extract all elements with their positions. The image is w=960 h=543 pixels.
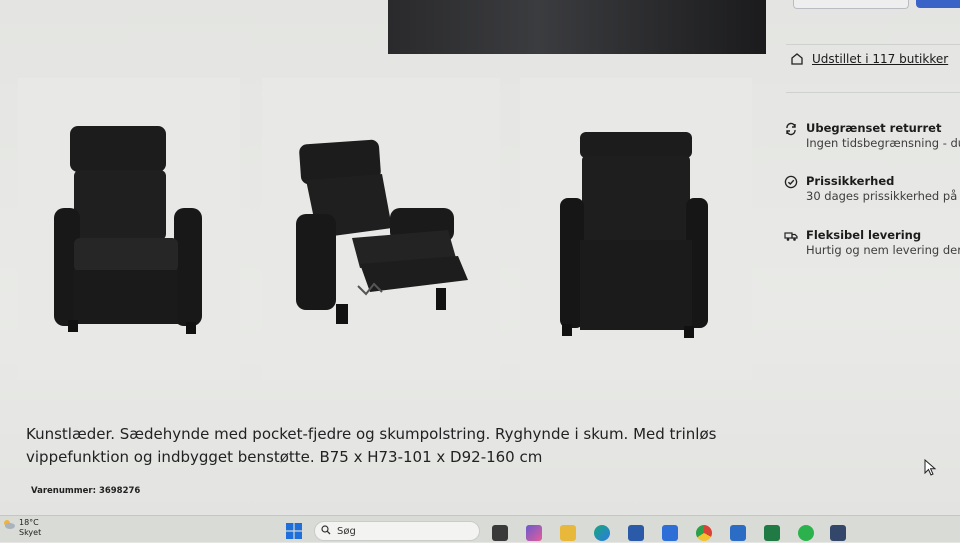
weather-widget[interactable]: 18°C Skyet (2, 518, 41, 538)
recliner-reclined-image (296, 139, 468, 324)
return-arrows-icon (784, 122, 798, 136)
file-explorer-icon[interactable] (560, 525, 576, 541)
feature-returns: Ubegrænset returret Ingen tidsbegrænsnin… (784, 121, 960, 151)
stores-link[interactable]: Udstillet i 117 butikker (812, 52, 948, 66)
product-thumbnail-back[interactable] (520, 78, 752, 380)
cloud-sun-icon (2, 518, 16, 533)
recliner-back-image (560, 132, 708, 338)
app-icon[interactable] (830, 525, 846, 541)
main-product-image[interactable] (388, 0, 766, 54)
store-icon (790, 52, 804, 66)
word-icon[interactable] (730, 525, 746, 541)
weather-condition: Skyet (19, 528, 42, 537)
edge-icon[interactable] (594, 525, 610, 541)
product-description: Kunstlæder. Sædehynde med pocket-fjedre … (26, 425, 717, 466)
secondary-button[interactable] (793, 0, 909, 9)
product-sku: Varenummer: 3698276 (31, 486, 141, 496)
store-app-icon[interactable] (628, 525, 644, 541)
search-label: Søg (337, 525, 356, 537)
whatsapp-icon[interactable] (798, 525, 814, 541)
taskbar: 18°C Skyet Søg (0, 515, 960, 542)
mail-icon[interactable] (662, 525, 678, 541)
copilot-icon[interactable] (526, 525, 542, 541)
feature-delivery: Fleksibel levering Hurtig og nem leverin… (784, 228, 960, 258)
add-to-cart-button[interactable] (916, 0, 960, 8)
divider (786, 92, 960, 93)
product-page: Udstillet i 117 butikker Ubegrænset retu… (0, 0, 960, 515)
product-thumbnail-reclined[interactable] (262, 78, 500, 380)
chrome-icon[interactable] (696, 525, 712, 541)
feature-subtitle: Hurtig og nem levering der pas (806, 243, 960, 257)
recliner-front-image (54, 126, 202, 334)
feature-subtitle: 30 dages prissikkerhed på alle (806, 189, 960, 203)
divider (786, 44, 960, 45)
truck-icon (784, 229, 798, 243)
product-thumbnail-front[interactable] (18, 78, 240, 380)
start-button[interactable] (286, 523, 302, 543)
feature-price-guarantee: Prissikkerhed 30 dages prissikkerhed på … (784, 174, 960, 204)
feature-title: Fleksibel levering (806, 228, 922, 242)
feature-subtitle: Ingen tidsbegrænsning - du h (806, 136, 960, 150)
feature-title: Ubegrænset returret (806, 121, 942, 135)
task-view-icon[interactable] (492, 525, 508, 541)
store-availability[interactable]: Udstillet i 117 butikker (790, 52, 948, 66)
windows-icon (286, 523, 302, 539)
weather-temperature: 18°C (19, 518, 39, 527)
feature-title: Prissikkerhed (806, 174, 895, 188)
check-circle-icon (784, 175, 798, 189)
taskbar-search[interactable]: Søg (314, 521, 480, 541)
search-icon (321, 524, 331, 538)
excel-icon[interactable] (764, 525, 780, 541)
mouse-cursor-icon (924, 458, 938, 481)
